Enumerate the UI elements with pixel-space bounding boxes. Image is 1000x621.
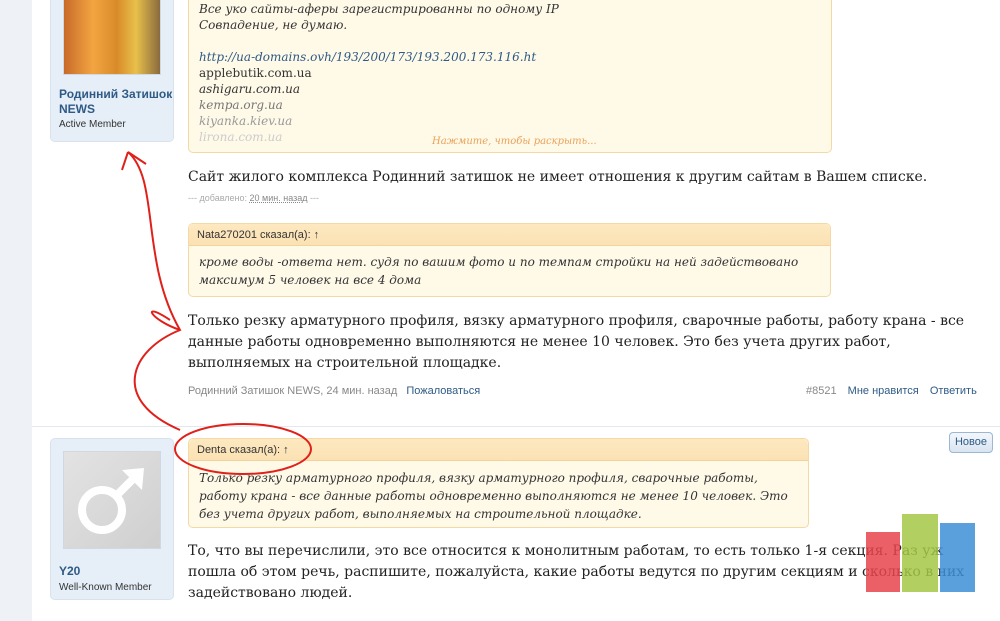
male-icon [78, 468, 144, 534]
user-info: Родинний Затишок NEWS Active Member [50, 0, 174, 142]
thread-page: Родинний Затишок NEWS Active Member Все … [32, 0, 1000, 621]
post-number[interactable]: #8521 [806, 385, 837, 397]
merged-suffix: --- [310, 193, 320, 203]
post-8522: Y20 Well-Known Member Denta сказал(а): ↑… [32, 428, 1000, 621]
merged-time: 20 мин. назад [249, 193, 308, 203]
domain-item: kiyanka.kiev.ua [199, 114, 293, 128]
post-actions: #8521 Мне нравится Ответить [806, 385, 977, 397]
post-text: То, что вы перечислили, это все относитс… [188, 543, 965, 601]
user-info: Y20 Well-Known Member [50, 438, 174, 600]
reply-link[interactable]: Ответить [930, 385, 977, 397]
domain-item: kempa.org.ua [199, 98, 283, 112]
merged-prefix: --- добавлено: [188, 193, 248, 203]
quote-text: кроме воды -ответа нет. судя по вашим фо… [199, 255, 799, 287]
username-link[interactable]: Родинний Затишок NEWS [59, 87, 173, 117]
quote-line: Совпадение, не думаю. [199, 18, 348, 32]
like-link[interactable]: Мне нравится [848, 385, 919, 397]
post-8521: Родинний Затишок NEWS Active Member Все … [32, 0, 1000, 425]
domain-item: ashigaru.com.ua [199, 82, 301, 96]
avatar[interactable] [63, 0, 161, 75]
quote-block: Все уко сайты-аферы зарегистрированны по… [188, 0, 832, 153]
report-link[interactable]: Пожаловаться [406, 385, 480, 397]
new-posts-button[interactable]: Новое [949, 432, 993, 453]
quote-url-link[interactable]: http://ua-domains.ovh/193/200/173/193.20… [199, 49, 559, 65]
domain-item: applebutik.com.ua [199, 66, 312, 80]
quote-author[interactable]: Denta сказал(а): ↑ [189, 439, 808, 461]
expand-quote-link[interactable]: Нажмите, чтобы раскрыть... [432, 136, 597, 147]
quote-author[interactable]: Nata270201 сказал(а): ↑ [189, 224, 830, 246]
avatar[interactable] [63, 451, 161, 549]
post-text: Только резку арматурного профиля, вязку … [188, 313, 965, 371]
user-title: Active Member [59, 119, 126, 130]
post-meta: Родинний Затишок NEWS, 24 мин. назад Пож… [188, 385, 480, 397]
left-margin [0, 0, 32, 621]
quote-line: Все уко сайты-аферы зарегистрированны по… [199, 2, 559, 16]
author-time[interactable]: Родинний Затишок NEWS, 24 мин. назад [188, 385, 397, 397]
post-text: Сайт жилого комплекса Родинний затишок н… [188, 169, 928, 185]
quote-content: Все уко сайты-аферы зарегистрированны по… [199, 1, 559, 145]
quote-block: Denta сказал(а): ↑ Только резку арматурн… [188, 438, 809, 528]
quote-block: Nata270201 сказал(а): ↑ кроме воды -отве… [188, 223, 831, 297]
merged-note: --- добавлено: 20 мин. назад --- [188, 193, 319, 203]
user-title: Well-Known Member [59, 582, 152, 593]
quote-text: Только резку арматурного профиля, вязку … [199, 471, 788, 521]
post-divider [32, 426, 1000, 427]
username-link[interactable]: Y20 [59, 564, 80, 579]
